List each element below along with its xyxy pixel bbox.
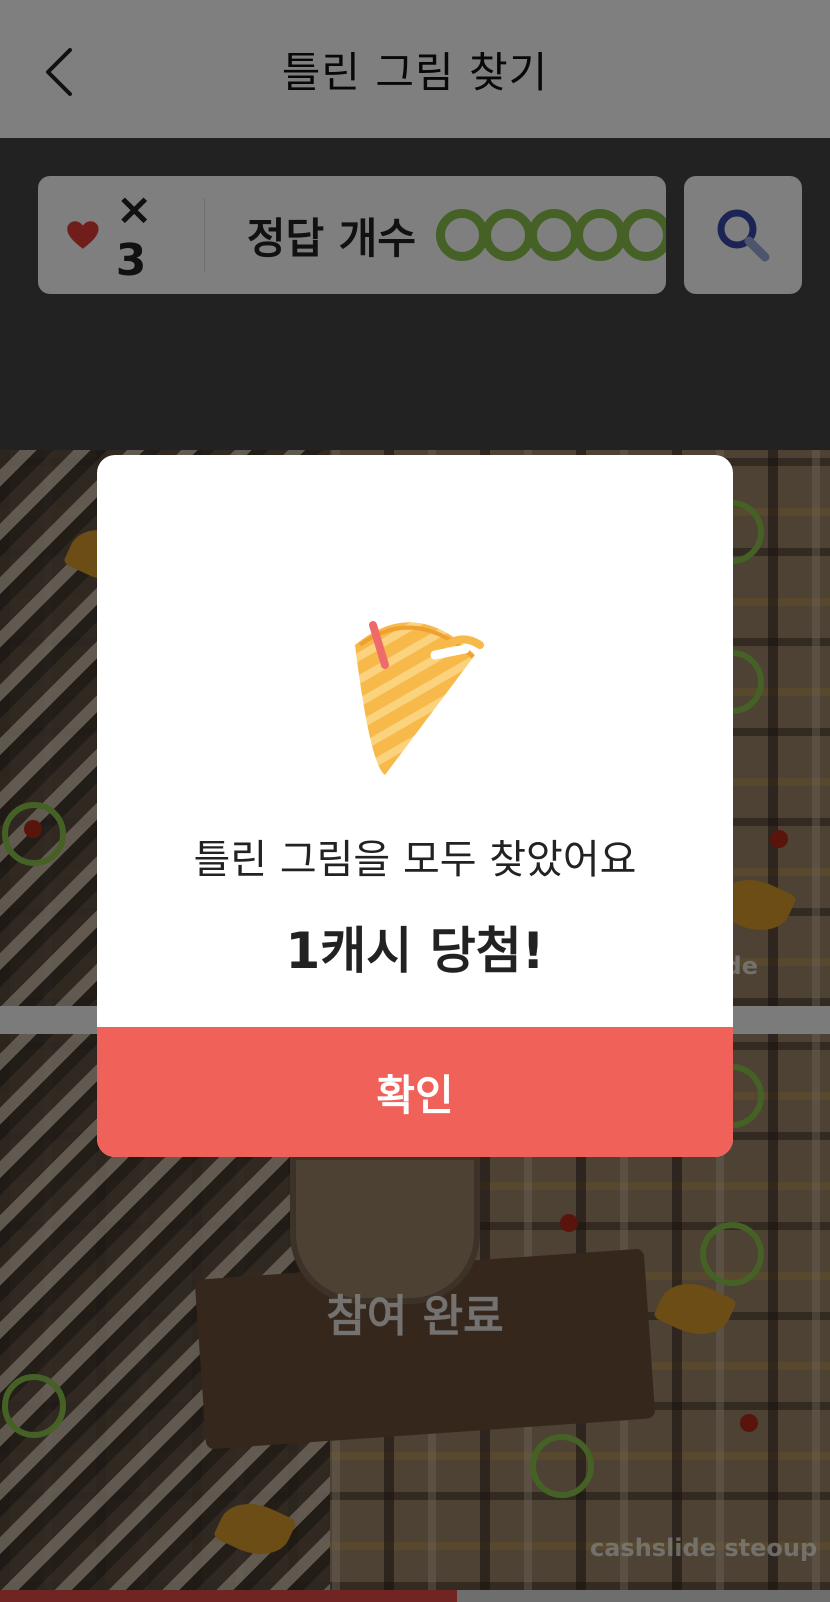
confirm-button[interactable]: 확인 (97, 1027, 733, 1157)
dialog-prize: 1캐시 당첨! (285, 922, 545, 980)
cone-party-popper-icon (355, 621, 484, 775)
dialog-message: 틀린 그림을 모두 찾았어요 (193, 837, 637, 883)
result-dialog: 틀린 그림을 모두 찾았어요 1캐시 당첨! 확인 (97, 455, 733, 1157)
